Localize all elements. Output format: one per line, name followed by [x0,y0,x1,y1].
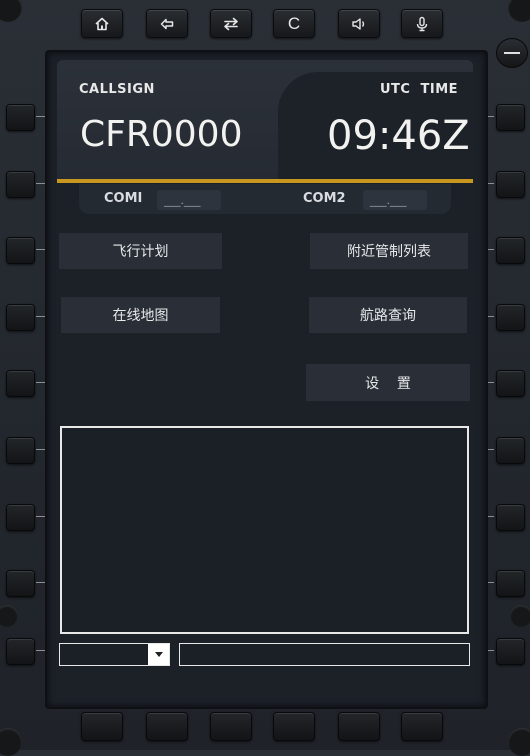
lsk-right-5[interactable] [496,370,525,397]
lsk-left-8[interactable] [6,570,35,597]
lsk-right-1[interactable] [496,104,525,131]
online-map-button[interactable]: 在线地图 [61,297,220,333]
utc-time-label: UTC TIME [380,82,459,97]
com1-label: COMI [104,191,143,206]
command-select[interactable] [59,643,170,666]
back-button[interactable] [146,9,188,38]
lsk-left-3[interactable] [6,237,35,264]
lsk-left-7[interactable] [6,504,35,531]
message-output-area [60,426,469,634]
route-query-button[interactable]: 航路查询 [309,297,467,333]
chevron-down-icon [154,652,163,657]
bottom-key-4[interactable] [273,712,315,741]
lsk-right-3[interactable] [496,237,525,264]
bottom-key-3[interactable] [210,712,252,741]
accent-divider [57,179,473,183]
bottom-key-2[interactable] [146,712,188,741]
lsk-left-5[interactable] [6,370,35,397]
lsk-left-1[interactable] [6,104,35,131]
home-icon [95,17,109,30]
home-button[interactable] [81,9,123,38]
swap-button[interactable] [210,9,252,38]
bezel-screw [508,0,530,22]
callsign-value: CFR0000 [80,114,243,155]
lsk-left-2[interactable] [6,171,35,198]
lsk-right-6[interactable] [496,437,525,464]
com1-frequency-field[interactable]: ___.___ [157,190,221,210]
lsk-right-9[interactable] [496,638,525,665]
microphone-icon [416,16,428,31]
dropdown-button[interactable] [148,644,169,665]
com2-frequency-field[interactable]: ___.___ [363,190,427,210]
bezel-screw [508,728,530,756]
minus-icon [504,52,520,54]
command-select-value [60,648,64,662]
lsk-right-7[interactable] [496,504,525,531]
microphone-button[interactable] [401,9,443,38]
flight-plan-button[interactable]: 飞行计划 [59,233,222,269]
volume-button[interactable] [338,9,380,38]
utc-time-value: 09:46Z [327,113,470,159]
command-input[interactable] [179,643,470,666]
lsk-right-2[interactable] [496,171,525,198]
swap-icon [224,17,238,30]
lsk-right-8[interactable] [496,570,525,597]
com2-label: COM2 [303,191,346,206]
nearby-atc-list-button[interactable]: 附近管制列表 [310,233,468,269]
clear-button[interactable]: C [273,9,315,38]
lsk-left-6[interactable] [6,437,35,464]
clear-icon: C [287,13,301,33]
settings-button[interactable]: 设 置 [306,364,470,401]
lsk-left-9[interactable] [6,638,35,665]
command-input-value [180,648,184,662]
brightness-minus-button[interactable] [496,38,528,68]
callsign-label: CALLSIGN [79,82,155,97]
bottom-key-6[interactable] [401,712,443,741]
lsk-right-4[interactable] [496,304,525,331]
speaker-icon [352,17,365,30]
bezel-screw [0,605,18,627]
bottom-key-5[interactable] [338,712,380,741]
bottom-key-1[interactable] [81,712,123,741]
bezel-screw [0,0,22,22]
back-arrow-icon [160,18,174,29]
bezel-screw [510,605,530,627]
bezel-screw [0,728,22,756]
lsk-left-4[interactable] [6,304,35,331]
